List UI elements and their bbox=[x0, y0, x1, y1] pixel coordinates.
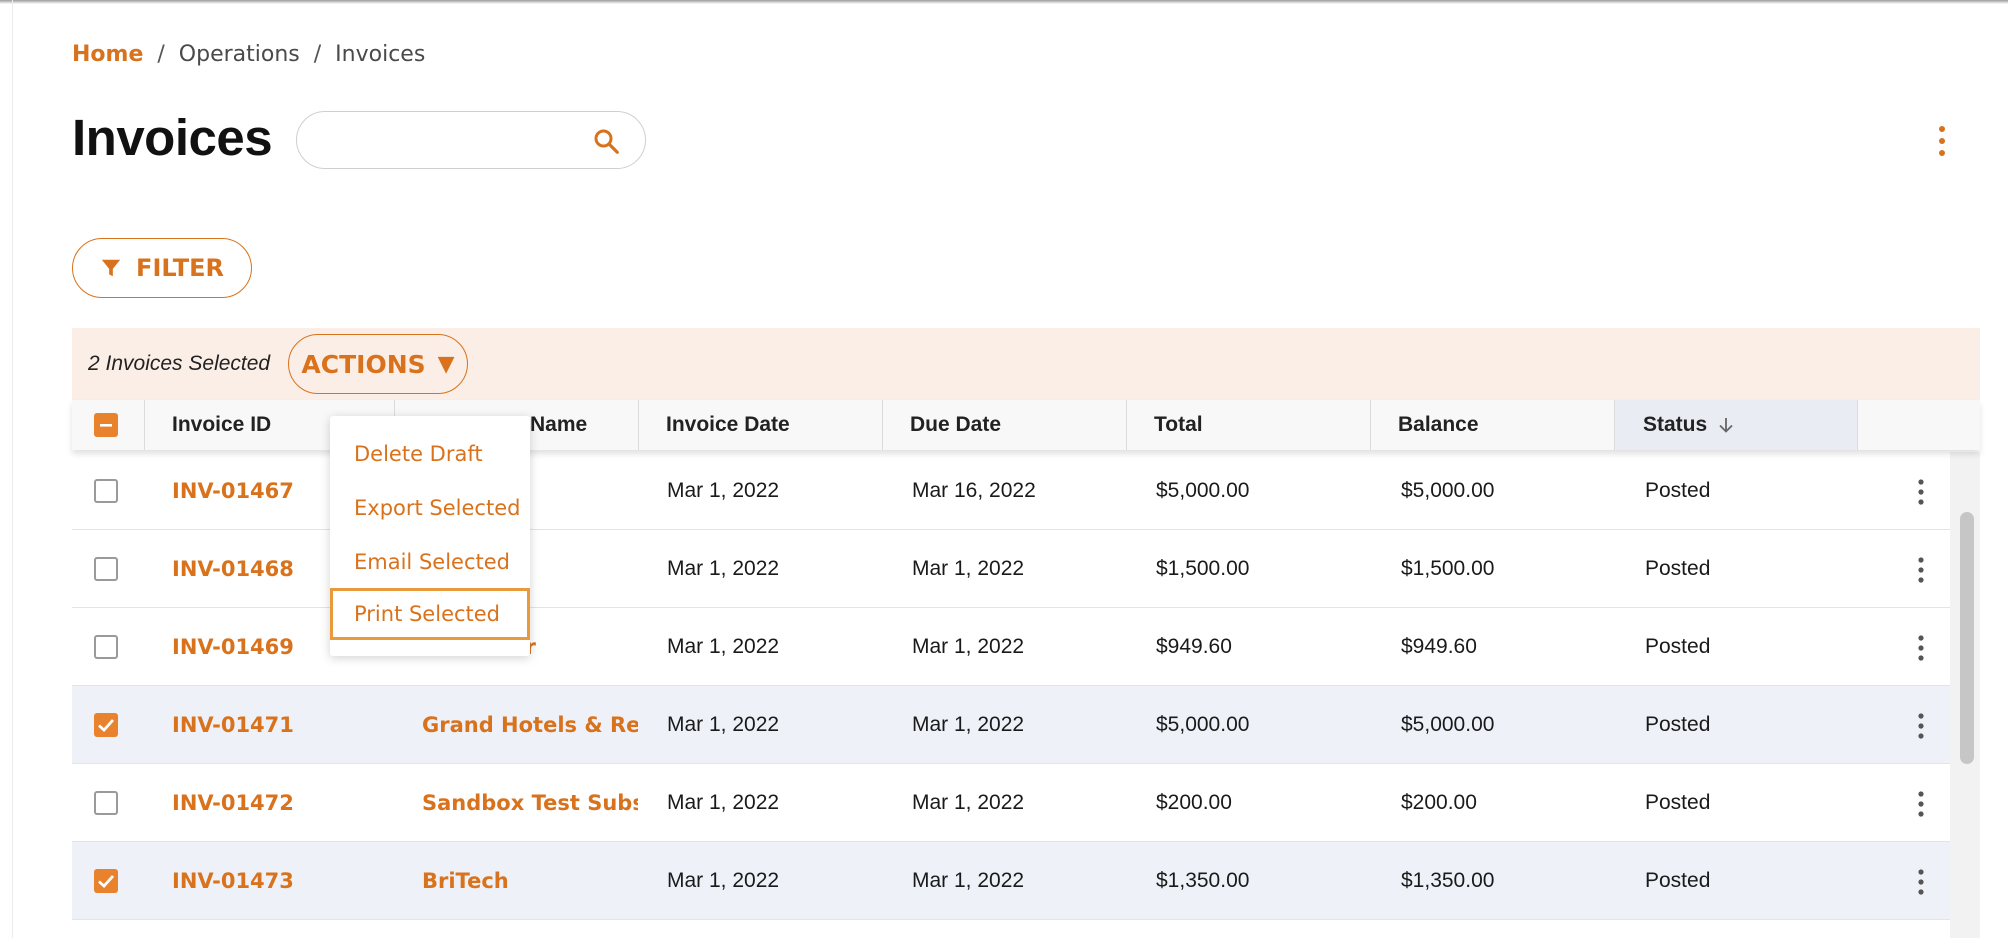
balance-cell: $200.00 bbox=[1401, 791, 1477, 814]
invoice-date-cell: Mar 1, 2022 bbox=[667, 635, 780, 658]
selection-count: 2 Invoices Selected bbox=[88, 352, 271, 375]
column-header-total[interactable]: Total bbox=[1126, 400, 1370, 450]
total-cell: $5,000.00 bbox=[1156, 713, 1250, 736]
status-cell: Posted bbox=[1645, 791, 1711, 814]
filter-icon bbox=[101, 259, 121, 277]
balance-cell: $949.60 bbox=[1401, 635, 1477, 658]
status-cell: Posted bbox=[1645, 557, 1711, 580]
invoice-id-link[interactable]: INV-01473 bbox=[172, 842, 362, 920]
customer-name-link[interactable]: Grand Hotels & Reso bbox=[422, 686, 638, 764]
breadcrumb: Home / Operations / Invoices bbox=[72, 40, 425, 68]
due-date-cell: Mar 1, 2022 bbox=[912, 557, 1025, 580]
invoice-id-link[interactable]: INV-01471 bbox=[172, 686, 362, 764]
invoice-date-cell: Mar 1, 2022 bbox=[667, 791, 780, 814]
column-header-status-label: Status bbox=[1643, 413, 1708, 436]
invoice-date-cell: Mar 1, 2022 bbox=[667, 869, 780, 892]
checkmark-icon bbox=[98, 875, 115, 888]
filter-label: FILTER bbox=[136, 254, 224, 282]
column-header-status[interactable]: Status bbox=[1615, 400, 1857, 450]
row-checkbox[interactable] bbox=[94, 713, 118, 737]
total-cell: $5,000.00 bbox=[1156, 479, 1250, 502]
menu-item-export-selected[interactable]: Export Selected bbox=[330, 482, 530, 534]
minus-icon bbox=[100, 424, 112, 427]
actions-menu: Delete Draft Export Selected Email Selecte… bbox=[330, 416, 530, 656]
balance-cell: $5,000.00 bbox=[1401, 713, 1495, 736]
row-more-options-icon[interactable] bbox=[1914, 478, 1928, 506]
more-options-icon[interactable] bbox=[1930, 124, 1954, 158]
row-more-options-icon[interactable] bbox=[1914, 712, 1928, 740]
menu-item-print-selected[interactable]: Print Selected bbox=[330, 588, 530, 640]
row-checkbox[interactable] bbox=[94, 791, 118, 815]
customer-name-link[interactable]: BriTech bbox=[422, 842, 638, 920]
breadcrumb-home-link[interactable]: Home bbox=[72, 42, 143, 67]
actions-label: ACTIONS bbox=[301, 349, 426, 379]
row-checkbox[interactable] bbox=[94, 869, 118, 893]
column-divider bbox=[1857, 400, 1858, 450]
table-row[interactable]: INV-01473 BriTech Mar 1, 2022 Mar 1, 2022 $1… bbox=[72, 842, 1950, 920]
breadcrumb-operations[interactable]: Operations bbox=[179, 42, 300, 67]
row-more-options-icon[interactable] bbox=[1914, 868, 1928, 896]
balance-cell: $1,500.00 bbox=[1401, 557, 1495, 580]
status-cell: Posted bbox=[1645, 479, 1711, 502]
sort-descending-icon bbox=[1719, 418, 1733, 433]
search-icon[interactable] bbox=[591, 126, 621, 156]
breadcrumb-separator: / bbox=[313, 41, 322, 67]
selection-bar: 2 Invoices Selected ACTIONS ▼ bbox=[72, 328, 1980, 400]
top-shadow bbox=[0, 0, 2008, 4]
invoice-date-cell: Mar 1, 2022 bbox=[667, 557, 780, 580]
table-row[interactable]: INV-01472 Sandbox Test Subscr Mar 1, 2022 M… bbox=[72, 764, 1950, 842]
column-header-invoice-id[interactable]: Invoice ID bbox=[144, 400, 344, 450]
total-cell: $200.00 bbox=[1156, 791, 1232, 814]
due-date-cell: Mar 1, 2022 bbox=[912, 635, 1025, 658]
scrollbar-thumb[interactable] bbox=[1960, 512, 1974, 764]
due-date-cell: Mar 16, 2022 bbox=[912, 479, 1036, 502]
left-border bbox=[12, 0, 13, 938]
balance-cell: $1,350.00 bbox=[1401, 869, 1495, 892]
row-more-options-icon[interactable] bbox=[1914, 634, 1928, 662]
row-checkbox[interactable] bbox=[94, 479, 118, 503]
select-all-checkbox[interactable] bbox=[94, 413, 118, 437]
search-input[interactable] bbox=[317, 122, 577, 158]
due-date-cell: Mar 1, 2022 bbox=[912, 869, 1025, 892]
row-more-options-icon[interactable] bbox=[1914, 790, 1928, 818]
row-more-options-icon[interactable] bbox=[1914, 556, 1928, 584]
status-cell: Posted bbox=[1645, 713, 1711, 736]
caret-down-icon: ▼ bbox=[437, 351, 455, 377]
page-title: Invoices bbox=[72, 109, 273, 166]
status-cell: Posted bbox=[1645, 635, 1711, 658]
invoice-id-link[interactable]: INV-01472 bbox=[172, 764, 362, 842]
invoice-date-cell: Mar 1, 2022 bbox=[667, 479, 780, 502]
menu-item-delete-draft[interactable]: Delete Draft bbox=[330, 428, 530, 480]
row-checkbox[interactable] bbox=[94, 635, 118, 659]
search-box[interactable] bbox=[296, 111, 646, 169]
customer-name-link[interactable]: Sandbox Test Subscr bbox=[422, 764, 638, 842]
row-checkbox[interactable] bbox=[94, 557, 118, 581]
breadcrumb-invoices: Invoices bbox=[335, 41, 426, 67]
total-cell: $1,350.00 bbox=[1156, 869, 1250, 892]
column-header-due-date[interactable]: Due Date bbox=[882, 400, 1126, 450]
column-header-invoice-date[interactable]: Invoice Date bbox=[638, 400, 882, 450]
balance-cell: $5,000.00 bbox=[1401, 479, 1495, 502]
filter-button[interactable]: FILTER bbox=[72, 238, 252, 298]
status-cell: Posted bbox=[1645, 869, 1711, 892]
menu-item-email-selected[interactable]: Email Selected bbox=[330, 536, 530, 588]
total-cell: $949.60 bbox=[1156, 635, 1232, 658]
total-cell: $1,500.00 bbox=[1156, 557, 1250, 580]
table-row[interactable]: INV-01471 Grand Hotels & Reso Mar 1, 2022 M… bbox=[72, 686, 1950, 764]
column-header-balance[interactable]: Balance bbox=[1370, 400, 1614, 450]
breadcrumb-separator: / bbox=[157, 41, 165, 67]
checkmark-icon bbox=[98, 719, 115, 732]
due-date-cell: Mar 1, 2022 bbox=[912, 713, 1025, 736]
scrollbar[interactable] bbox=[1950, 452, 1980, 938]
actions-button[interactable]: ACTIONS ▼ bbox=[288, 334, 468, 394]
due-date-cell: Mar 1, 2022 bbox=[912, 791, 1025, 814]
invoice-date-cell: Mar 1, 2022 bbox=[667, 713, 780, 736]
